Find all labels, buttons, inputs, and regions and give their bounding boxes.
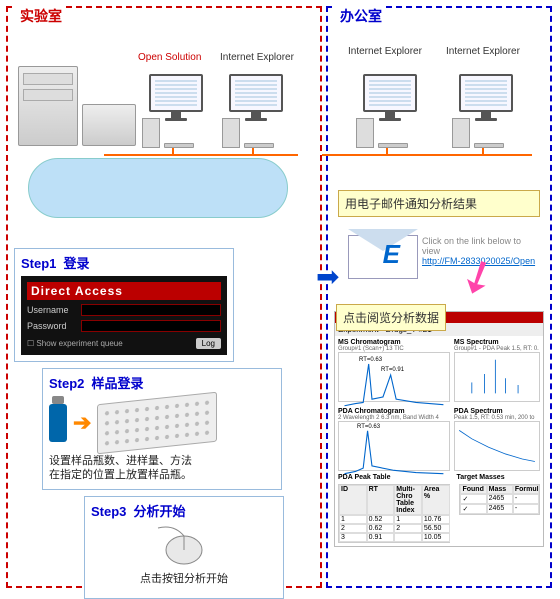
login-panel: Direct Access Username Password ☐ Show e… xyxy=(21,276,227,355)
login-button[interactable]: Log xyxy=(196,338,221,349)
show-queue-label: Show experiment queue xyxy=(36,339,122,348)
table-row: 30.9110.05 xyxy=(339,533,449,542)
login-header: Direct Access xyxy=(27,282,221,300)
network-line xyxy=(322,154,532,156)
lab-title: 实验室 xyxy=(16,6,66,26)
lab-pc-2 xyxy=(224,74,288,148)
office-pc-1 xyxy=(358,74,422,148)
step3-label: Step3 xyxy=(91,504,126,519)
table-row: 10.52110.76 xyxy=(339,515,449,524)
sample-tray-graphic: ➔ xyxy=(49,398,275,448)
step1-box: Step1 登录 Direct Access Username Password… xyxy=(14,248,234,362)
ms-chrom-title: MS Chromatogram xyxy=(338,339,450,346)
ie-label-2: Internet Explorer xyxy=(348,46,422,57)
target-masses-title: Target Masses xyxy=(456,474,543,481)
th: RT xyxy=(367,485,395,515)
pda-chrom-title: PDA Chromatogram xyxy=(338,408,450,415)
username-label: Username xyxy=(27,305,81,315)
password-label: Password xyxy=(27,321,81,331)
lab-panel: 实验室 Open Solution Internet Explorer Step… xyxy=(6,6,322,588)
peak-label: RT=0.63 xyxy=(359,357,382,363)
step3-title: 分析开始 xyxy=(133,504,185,519)
table-row: ✓2465- xyxy=(460,504,539,514)
network-line xyxy=(172,148,174,156)
username-input[interactable] xyxy=(81,304,221,316)
step1-title: 登录 xyxy=(63,256,89,271)
email-notify-tag: 用电子邮件通知分析结果 xyxy=(338,190,540,217)
pda-chromatogram-plot: RT=0.63 xyxy=(338,421,450,471)
table-row: 20.62256.50 xyxy=(339,524,449,533)
step1-label: Step1 xyxy=(21,256,56,271)
peak-label: RT=0.91 xyxy=(381,367,404,373)
peak-label: RT=0.63 xyxy=(357,424,380,430)
email-click-text: Click on the link below to view xyxy=(422,236,540,256)
office-toprow: Internet Explorer Internet Explorer xyxy=(334,26,544,166)
network-line xyxy=(386,148,388,156)
step2-desc-1: 设置样品瓶数、进样量、方法 xyxy=(49,454,275,468)
ie-label-1: Internet Explorer xyxy=(220,52,294,63)
ms-spec-title: MS Spectrum xyxy=(454,339,540,346)
password-input[interactable] xyxy=(81,320,221,332)
step3-box: Step3 分析开始 点击按钮分析开始 xyxy=(84,496,284,599)
results-window: ... ... ... Experiment - Drugs_T #21 MS … xyxy=(334,311,544,547)
table-row: ✓2465- xyxy=(460,494,539,504)
target-masses-table: Found Mass Formula ✓2465- ✓2465- xyxy=(459,484,540,515)
network-line xyxy=(104,154,298,156)
ms-instrument-icon xyxy=(82,104,136,146)
th: Area % xyxy=(422,485,450,515)
open-solution-label: Open Solution xyxy=(138,52,201,63)
office-pc-2 xyxy=(454,74,518,148)
read-data-tag: 点击阅览分析数据 xyxy=(336,304,446,331)
office-panel: 办公室 Internet Explorer Internet Explorer … xyxy=(326,6,552,588)
lab-pc-1 xyxy=(144,74,208,148)
arrow-icon: ➔ xyxy=(73,410,91,436)
ms-chromatogram-plot: RT=0.63 RT=0.91 xyxy=(338,352,450,402)
th: ID xyxy=(339,485,367,515)
e-glyph: E xyxy=(383,239,400,270)
step2-title: 样品登录 xyxy=(91,376,143,391)
th: Found xyxy=(460,485,486,494)
vial-icon xyxy=(49,404,67,442)
envelope-icon: E xyxy=(338,229,418,279)
show-queue-checkbox[interactable]: ☐ Show experiment queue xyxy=(27,339,123,348)
pda-peak-table: ID RT Multi-Chro Table Index Area % 10.5… xyxy=(338,484,450,543)
th: Multi-Chro Table Index xyxy=(394,485,422,515)
step3-caption: 点击按钮分析开始 xyxy=(91,572,277,586)
network-line xyxy=(252,148,254,156)
step2-box: Step2 样品登录 ➔ 设置样品瓶数、进样量、方法 在指定的位置上放置样品瓶。 xyxy=(42,368,282,490)
pda-spectrum-plot xyxy=(454,421,540,471)
cloud-icon xyxy=(28,158,288,218)
step2-label: Step2 xyxy=(49,376,84,391)
step2-desc-2: 在指定的位置上放置样品瓶。 xyxy=(49,468,275,482)
lab-toprow: Open Solution Internet Explorer xyxy=(14,26,314,176)
ms-spectrum-plot xyxy=(454,352,540,402)
mouse-icon xyxy=(154,526,214,566)
th: Formula xyxy=(513,485,539,494)
pda-spec-title: PDA Spectrum xyxy=(454,408,540,415)
sample-rack-icon xyxy=(97,392,217,455)
network-line xyxy=(482,148,484,156)
flow-arrow-icon: ➡ xyxy=(316,260,339,293)
th: Mass xyxy=(487,485,513,494)
office-title: 办公室 xyxy=(336,6,386,26)
ie-label-3: Internet Explorer xyxy=(446,46,520,57)
hplc-instrument-icon xyxy=(18,66,78,146)
